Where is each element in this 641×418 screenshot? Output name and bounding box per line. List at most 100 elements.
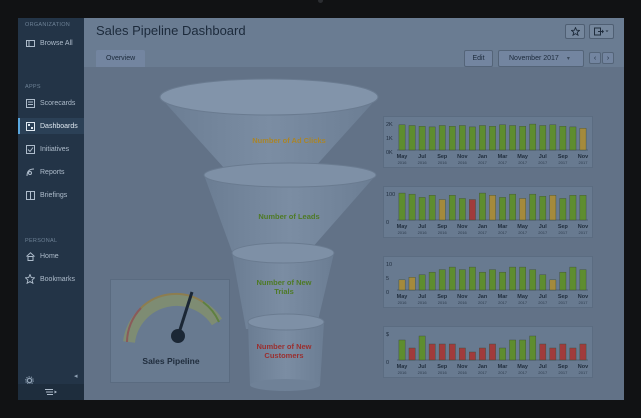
x-tick-year: 2016 — [418, 300, 428, 305]
edit-button[interactable]: Edit — [464, 50, 493, 67]
x-tick-year: 2017 — [498, 230, 508, 235]
sidebar-item-initiatives[interactable]: Initiatives — [18, 141, 84, 157]
bar — [569, 195, 577, 221]
header: Sales Pipeline Dashboard Overview Edit N… — [84, 18, 624, 67]
bar — [398, 339, 406, 361]
sidebar-item-dashboards[interactable]: Dashboards — [18, 118, 84, 134]
bar — [509, 339, 516, 361]
tab-overview[interactable]: Overview — [96, 50, 146, 67]
bar — [408, 125, 416, 151]
bar-chart-svg: 2K1K0KMay2016Jul2016Sep2016Nov2016Jan201… — [386, 122, 589, 165]
sidebar-item-label: Dashboards — [40, 122, 78, 130]
bar — [499, 271, 506, 291]
prev-period-button[interactable]: ‹ — [589, 52, 601, 64]
bar — [438, 125, 446, 151]
x-tick-year: 2017 — [478, 230, 488, 235]
bar — [469, 126, 476, 151]
x-tick-year: 2017 — [518, 370, 528, 375]
bar — [448, 266, 456, 291]
share-button[interactable] — [589, 24, 614, 39]
x-tick-year: 2017 — [498, 160, 508, 165]
star-icon — [25, 274, 35, 284]
bar — [549, 279, 557, 291]
x-tick-year: 2016 — [458, 370, 468, 375]
sidebar-item-label: Initiatives — [40, 145, 70, 153]
gauge-card[interactable]: Sales Pipeline — [110, 279, 230, 383]
bar — [438, 269, 446, 291]
bar — [579, 269, 587, 291]
y-tick-label: 2K — [386, 122, 393, 128]
sidebar-item-scorecards[interactable]: Scorecards — [18, 95, 84, 111]
sidebar-item-label: Bookmarks — [40, 275, 76, 283]
sidebar-menu-button[interactable] — [18, 384, 84, 400]
x-tick-year: 2017 — [518, 160, 528, 165]
sidebar-item-label: Reports — [40, 168, 65, 176]
x-tick-year: 2016 — [398, 230, 408, 235]
bar — [529, 269, 537, 291]
bar — [509, 266, 516, 291]
sidebar: ORGANIZATION Browse All APPS Scorecards … — [18, 18, 84, 400]
x-tick-year: 2017 — [558, 300, 568, 305]
bar — [479, 347, 486, 361]
sidebar-section-apps: APPS — [25, 84, 41, 90]
chevron-down-icon: ▾ — [566, 56, 570, 62]
bar — [398, 192, 406, 221]
trials-chart[interactable]: 10 5 0 May 2016 Jul 2016 Sep 2016 Nov 2016 Jan 2017 M… — [383, 256, 593, 308]
leads-chart[interactable]: 100 0 May 2016 Jul 2016 Sep 2016 Nov 2016 Jan 2017 M… — [383, 186, 593, 238]
bar — [519, 198, 526, 221]
sidebar-item-home[interactable]: Home — [18, 248, 84, 264]
bar — [418, 274, 426, 291]
sidebar-item-label: Home — [40, 252, 59, 260]
x-tick-year: 2017 — [478, 300, 488, 305]
bar — [529, 123, 537, 151]
bar — [489, 195, 496, 221]
home-icon — [25, 251, 35, 261]
bar — [469, 266, 476, 291]
bar — [408, 277, 416, 291]
x-tick-year: 2016 — [418, 230, 428, 235]
y-tick-label: $ — [386, 332, 389, 338]
screen-frame: ORGANIZATION Browse All APPS Scorecards … — [0, 0, 641, 418]
bar — [549, 124, 557, 151]
bar — [489, 343, 496, 361]
sidebar-item-browse-all[interactable]: Browse All — [18, 35, 84, 51]
bar — [529, 335, 537, 361]
customers-chart[interactable]: $0 May 2016 Jul 2016 Sep 2016 Nov 2016 Jan 2017 Mar… — [383, 326, 593, 378]
bar — [469, 199, 476, 221]
bookmark-button[interactable] — [565, 24, 585, 39]
dashboard-icon — [25, 121, 35, 131]
bar — [509, 125, 516, 151]
bar — [499, 124, 506, 151]
bar — [519, 339, 526, 361]
x-tick-year: 2016 — [418, 370, 428, 375]
funnel-label-trials: Number of New Trials — [256, 278, 312, 296]
bar — [459, 198, 466, 221]
collapse-sidebar-icon[interactable]: ◂ — [74, 372, 78, 380]
next-period-button[interactable]: › — [602, 52, 614, 64]
x-tick-year: 2017 — [558, 160, 568, 165]
x-tick-year: 2017 — [538, 300, 548, 305]
bar — [489, 269, 496, 291]
sidebar-section-personal: PERSONAL — [25, 238, 58, 244]
bar — [459, 125, 466, 151]
x-tick-year: 2017 — [478, 160, 488, 165]
bar — [509, 193, 516, 221]
bar — [428, 343, 436, 361]
bar — [448, 343, 456, 361]
sidebar-item-briefings[interactable]: Briefings — [18, 187, 84, 203]
sidebar-item-reports[interactable]: Reports — [18, 164, 84, 180]
x-tick-year: 2016 — [438, 160, 448, 165]
x-tick-year: 2017 — [498, 300, 508, 305]
ad-clicks-chart[interactable]: 2K 1K 0K May 2016 Jul 2016 Sep 2016 Nov 2016 Jan 201… — [383, 116, 593, 168]
x-tick-year: 2016 — [398, 300, 408, 305]
period-select[interactable]: November 2017 ▾ — [498, 50, 584, 67]
bar — [428, 126, 436, 151]
sidebar-item-bookmarks[interactable]: Bookmarks — [18, 271, 84, 287]
x-tick-year: 2016 — [458, 300, 468, 305]
bar — [579, 343, 587, 361]
period-value: November 2017 — [509, 55, 559, 62]
x-tick-year: 2017 — [558, 230, 568, 235]
camera-notch — [318, 0, 323, 3]
bar — [549, 347, 557, 361]
gauge-dial — [123, 291, 223, 343]
